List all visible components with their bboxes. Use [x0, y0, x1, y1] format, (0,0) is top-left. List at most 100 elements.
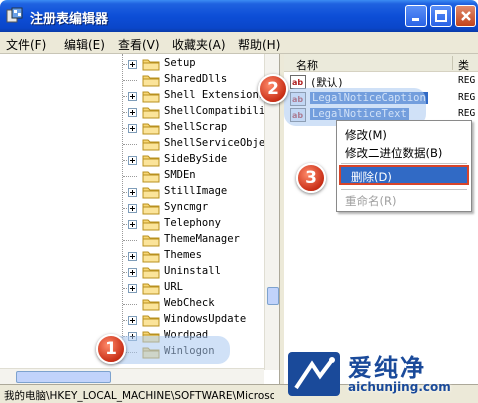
expand-toggle-icon[interactable]: [128, 92, 137, 101]
menu-edit[interactable]: 编辑(E): [64, 36, 105, 53]
tree-item-label: WebCheck: [164, 297, 215, 309]
folder-icon: [142, 203, 160, 215]
step-badge-3: 3: [296, 163, 326, 193]
tree-item-label: Shell Extensions: [164, 89, 266, 101]
folder-icon: [142, 155, 160, 167]
expand-toggle-icon[interactable]: [128, 316, 137, 325]
tree-connector: [123, 144, 137, 145]
close-icon: [461, 11, 471, 21]
tree-connector: [123, 240, 137, 241]
folder-icon: [142, 299, 160, 311]
minimize-button[interactable]: [405, 5, 427, 27]
maximize-icon: [435, 10, 447, 22]
expand-toggle-icon[interactable]: [128, 188, 137, 197]
tree-item[interactable]: ShellServiceObjec: [0, 136, 271, 152]
folder-icon: [142, 59, 160, 71]
tree-item[interactable]: Telephony: [0, 216, 264, 232]
folder-icon: [142, 315, 160, 327]
value-type: REG: [458, 108, 476, 119]
context-menu: 修改(M) 修改二进位数据(B) 删除(D) 重命名(R): [336, 120, 472, 212]
tree-item-label: URL: [164, 281, 183, 293]
menu-file[interactable]: 文件(F): [6, 36, 46, 53]
folder-icon: [142, 171, 160, 183]
menu-bar: 文件(F) 编辑(E) 查看(V) 收藏夹(A) 帮助(H): [0, 32, 478, 54]
close-button[interactable]: [455, 5, 476, 27]
column-name-header[interactable]: 名称: [296, 57, 318, 73]
step-badge-1: 1: [96, 334, 126, 364]
context-menu-delete[interactable]: 删除(D): [351, 169, 392, 185]
watermark-url: aichunjing.com: [348, 380, 451, 394]
tree-vertical-scroll-thumb[interactable]: [267, 287, 279, 305]
list-column-header: 名称 类: [284, 54, 478, 72]
tree-item-label: StillImage: [164, 185, 228, 197]
tree-item-label: SideBySide: [164, 153, 228, 165]
tree-horizontal-scrollbar[interactable]: [0, 368, 264, 384]
tree-horizontal-scroll-thumb[interactable]: [16, 371, 111, 383]
tree-item[interactable]: Setup: [0, 56, 264, 72]
folder-icon: [142, 107, 160, 119]
tree-item[interactable]: SMDEn: [0, 168, 264, 184]
tree-item-label: SMDEn: [164, 169, 196, 181]
tree-item[interactable]: Syncmgr: [0, 200, 264, 216]
column-separator[interactable]: [452, 56, 453, 70]
minimize-icon: [412, 18, 419, 21]
folder-icon: [142, 235, 160, 247]
folder-icon: [142, 75, 160, 87]
expand-toggle-icon[interactable]: [128, 220, 137, 229]
menu-favorites[interactable]: 收藏夹(A): [172, 36, 226, 53]
watermark-brand-name: 爱纯净: [348, 354, 426, 382]
tree-item[interactable]: ShellCompatibili: [0, 104, 266, 120]
tree-item[interactable]: WindowsUpdate: [0, 312, 264, 328]
expand-toggle-icon[interactable]: [128, 204, 137, 213]
menu-help[interactable]: 帮助(H): [238, 36, 280, 53]
tree-item[interactable]: ThemeManager: [0, 232, 264, 248]
window-title: 注册表编辑器: [30, 12, 109, 27]
tree-item[interactable]: WebCheck: [0, 296, 264, 312]
tree-item[interactable]: SharedDlls: [0, 72, 264, 88]
tree-item[interactable]: ShellScrap: [0, 120, 264, 136]
context-menu-rename[interactable]: 重命名(R): [345, 193, 396, 209]
status-path: 我的电脑\HKEY_LOCAL_MACHINE\SOFTWARE\Microso…: [4, 390, 274, 402]
tree-item-label: ShellCompatibili: [164, 105, 266, 117]
tree-item-label: SharedDlls: [164, 73, 228, 85]
watermark-logo-icon: [288, 352, 340, 396]
maximize-button[interactable]: [430, 5, 452, 27]
tree-item[interactable]: Themes: [0, 248, 264, 264]
menu-view[interactable]: 查看(V): [118, 36, 160, 53]
tree-item[interactable]: SideBySide: [0, 152, 264, 168]
tree-connector: [123, 304, 137, 305]
expand-toggle-icon[interactable]: [128, 156, 137, 165]
column-type-header[interactable]: 类: [458, 57, 469, 73]
svg-text:ab: ab: [292, 78, 303, 87]
expand-toggle-icon[interactable]: [128, 108, 137, 117]
folder-icon: [142, 267, 160, 279]
folder-icon: [142, 251, 160, 263]
tree-item-label: ShellScrap: [164, 121, 228, 133]
step-badge-2: 2: [258, 74, 288, 104]
expand-toggle-icon[interactable]: [128, 268, 137, 277]
expand-toggle-icon[interactable]: [128, 60, 137, 69]
tree-item-label: Setup: [164, 57, 196, 69]
folder-icon: [142, 91, 160, 103]
tree-item[interactable]: URL: [0, 280, 264, 296]
expand-toggle-icon[interactable]: [128, 124, 137, 133]
tree-item[interactable]: Shell Extensions: [0, 88, 266, 104]
context-menu-modify-binary[interactable]: 修改二进位数据(B): [345, 145, 442, 161]
folder-icon: [142, 187, 160, 199]
folder-icon: [142, 283, 160, 295]
tree-item-label: WindowsUpdate: [164, 313, 247, 325]
registry-tree-pane[interactable]: Setup SharedDlls Shell Extensions ShellComp…: [0, 54, 280, 384]
registry-editor-icon: [6, 7, 23, 23]
tree-connector: [123, 176, 137, 177]
tree-item[interactable]: Uninstall: [0, 264, 264, 280]
tree-item[interactable]: StillImage: [0, 184, 264, 200]
tree-item-label: ThemeManager: [164, 233, 240, 245]
context-menu-separator: [341, 163, 467, 164]
context-menu-modify[interactable]: 修改(M): [345, 127, 387, 143]
tree-item-label: Themes: [164, 249, 202, 261]
tree-item-label: Syncmgr: [164, 201, 209, 213]
expand-toggle-icon[interactable]: [128, 252, 137, 261]
folder-icon: [142, 123, 160, 135]
expand-toggle-icon[interactable]: [128, 284, 137, 293]
title-bar[interactable]: 注册表编辑器: [0, 0, 478, 32]
